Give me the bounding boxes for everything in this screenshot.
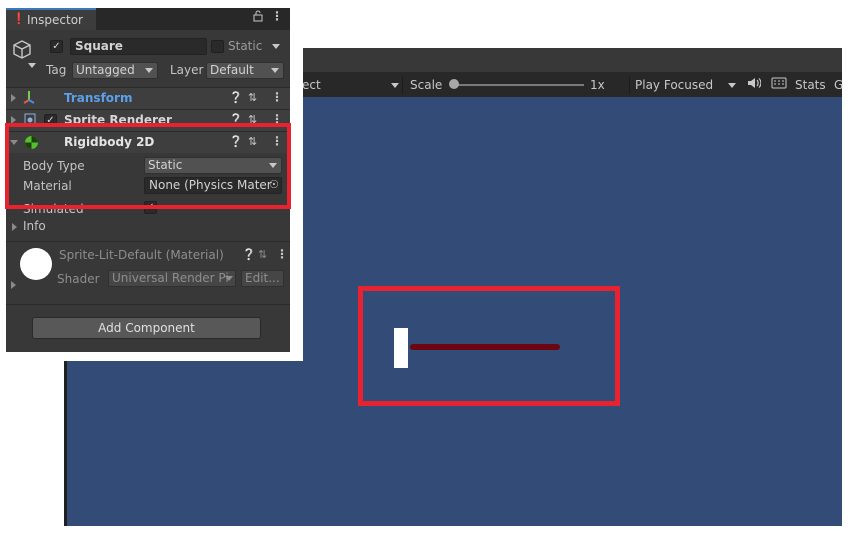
foldout-arrow-icon[interactable] — [11, 94, 16, 102]
inspector-tab-label: Inspector — [27, 13, 83, 27]
add-component-button[interactable]: Add Component — [32, 317, 261, 339]
material-foldout-arrow-icon[interactable] — [11, 281, 16, 289]
tag-dropdown[interactable]: Untagged — [72, 62, 158, 79]
keyboard-shortcuts-icon[interactable] — [771, 77, 787, 93]
scale-label: Scale — [410, 78, 443, 92]
shader-label: Shader — [57, 272, 100, 286]
audio-mute-icon[interactable] — [747, 77, 762, 93]
tag-label: Tag — [46, 63, 67, 77]
component-menu-icon[interactable]: ⋮ — [271, 90, 283, 104]
static-label: Static — [228, 39, 263, 53]
stats-button[interactable]: Stats — [795, 77, 826, 93]
play-mode-caret-icon[interactable] — [728, 77, 736, 93]
layer-caret-icon — [271, 63, 279, 78]
transform-icon — [22, 89, 36, 108]
info-icon: ❗ — [12, 12, 26, 25]
kebab-menu-icon[interactable]: ⋮ — [271, 9, 283, 23]
inspector-tab[interactable]: ❗ Inspector — [6, 8, 96, 30]
transform-header[interactable]: Transform ❔ ⇅ ⋮ — [6, 87, 290, 109]
active-checkbox[interactable]: ✓ — [50, 40, 63, 53]
object-name-field[interactable]: Square — [70, 38, 207, 55]
layer-value: Default — [210, 63, 254, 77]
shader-caret-icon — [225, 271, 233, 286]
play-mode-label: Play Focused — [635, 78, 714, 92]
aspect-label: ect — [302, 78, 321, 92]
tag-value: Untagged — [76, 63, 135, 77]
toolbar-separator — [629, 76, 630, 94]
play-mode-dropdown[interactable]: Play Focused — [635, 77, 713, 93]
shader-dropdown[interactable]: Universal Render Pi — [108, 270, 236, 287]
help-icon[interactable]: ❔ — [242, 248, 256, 261]
layer-dropdown[interactable]: Default — [206, 62, 284, 79]
material-menu-icon[interactable]: ⋮ — [276, 247, 288, 261]
tag-caret-icon — [145, 63, 153, 78]
lock-icon[interactable] — [253, 10, 263, 25]
static-checkbox[interactable] — [211, 40, 224, 53]
icon-dropdown-caret-icon[interactable] — [28, 58, 36, 72]
info-foldout-label[interactable]: Info — [23, 219, 46, 233]
static-caret-icon[interactable] — [272, 39, 280, 53]
shader-value: Universal Render Pi — [112, 271, 229, 285]
help-icon[interactable]: ❔ — [229, 91, 243, 104]
layer-label: Layer — [170, 63, 204, 77]
material-preview-sphere — [20, 248, 52, 280]
shader-edit-label: Edit... — [245, 271, 280, 285]
info-foldout-arrow-icon[interactable] — [12, 223, 17, 231]
debug-ray-line — [410, 344, 560, 350]
aspect-caret-icon[interactable] — [391, 77, 399, 93]
preset-sliders-icon[interactable]: ⇅ — [258, 248, 267, 261]
scale-value: 1x — [590, 78, 605, 92]
scale-slider-thumb[interactable] — [449, 79, 459, 89]
scale-slider-track[interactable] — [456, 84, 584, 86]
square-sprite — [394, 328, 408, 368]
preset-sliders-icon[interactable]: ⇅ — [248, 91, 257, 104]
divider — [6, 304, 290, 305]
material-title: Sprite-Lit-Default (Material) — [59, 248, 224, 262]
aspect-dropdown[interactable]: ect — [302, 77, 321, 93]
toolbar-separator — [402, 76, 403, 94]
divider — [6, 241, 290, 242]
gizmos-button[interactable]: G — [834, 77, 843, 93]
transform-label: Transform — [64, 91, 133, 105]
shader-edit-button[interactable]: Edit... — [241, 270, 284, 287]
highlight-box-rigidbody — [5, 123, 291, 209]
